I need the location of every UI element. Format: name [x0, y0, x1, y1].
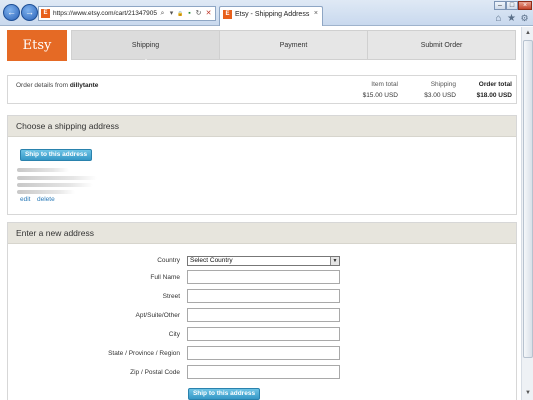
- blurred-address-line: [17, 183, 93, 187]
- apt-field[interactable]: [187, 308, 340, 322]
- street-label: Street: [162, 293, 180, 300]
- scroll-up-icon[interactable]: ▲: [523, 28, 533, 39]
- zip-field[interactable]: [187, 365, 340, 379]
- etsy-tab-favicon-icon: E: [223, 10, 232, 19]
- minimize-button[interactable]: –: [494, 1, 506, 10]
- blurred-address-line: [17, 168, 69, 172]
- choose-address-heading: Choose a shipping address: [8, 116, 516, 137]
- seller-name: dillytante: [69, 82, 99, 89]
- full-name-field[interactable]: [187, 270, 340, 284]
- step-payment: Payment: [219, 30, 368, 60]
- back-arrow-icon: ←: [7, 7, 16, 17]
- item-total-value: $15.00 USD: [362, 92, 398, 99]
- street-field[interactable]: [187, 289, 340, 303]
- order-details-label: Order details from dillytante: [16, 82, 98, 89]
- address-bar[interactable]: E https://www.etsy.com/cart/213479055/sh…: [38, 6, 216, 21]
- checkout-steps: Shipping Payment Submit Order: [71, 30, 516, 65]
- apt-label: Apt/Suite/Other: [135, 312, 180, 319]
- step-submit-order: Submit Order: [367, 30, 516, 60]
- address-url[interactable]: https://www.etsy.com/cart/213479055/ship: [53, 10, 157, 17]
- order-details: Order details from dillytante Item total…: [7, 75, 517, 104]
- vertical-scrollbar[interactable]: ▲ ▼: [521, 27, 533, 400]
- order-total: Order total $18.00 USD: [466, 81, 512, 99]
- blurred-address-line: [17, 190, 75, 194]
- blurred-address-line: [17, 176, 97, 180]
- tab-title: Etsy - Shipping Address: [235, 11, 310, 18]
- new-address-panel: Enter a new address Country Select Count…: [7, 222, 517, 400]
- tab-close-icon[interactable]: ×: [314, 10, 318, 17]
- etsy-logo[interactable]: Etsy: [7, 30, 67, 61]
- step-shipping: Shipping: [71, 30, 220, 60]
- window-close-button[interactable]: ×: [518, 1, 532, 10]
- city-label: City: [168, 331, 180, 338]
- dropdown-icon[interactable]: ▾: [167, 9, 176, 19]
- search-icon[interactable]: ⌕: [158, 9, 167, 19]
- refresh-icon[interactable]: ↻: [194, 9, 203, 19]
- back-button[interactable]: ←: [3, 4, 20, 21]
- city-field[interactable]: [187, 327, 340, 341]
- item-total: Item total $15.00 USD: [354, 81, 398, 99]
- country-select-value: Select Country: [190, 257, 233, 264]
- country-label: Country: [157, 257, 180, 264]
- shipping-label: Shipping: [430, 81, 456, 88]
- chevron-down-icon[interactable]: ▼: [330, 257, 339, 265]
- scroll-down-icon[interactable]: ▼: [523, 388, 533, 399]
- tab-etsy-shipping-address[interactable]: E Etsy - Shipping Address ×: [219, 6, 323, 26]
- security-shield-icon[interactable]: ▪: [185, 9, 194, 19]
- shipping-value: $3.00 USD: [424, 92, 456, 99]
- scroll-thumb[interactable]: [523, 40, 533, 358]
- delete-address-link[interactable]: delete: [37, 196, 55, 203]
- ship-to-new-address-button[interactable]: Ship to this address: [188, 388, 260, 400]
- lock-icon[interactable]: 🔒: [176, 9, 185, 19]
- order-details-prefix: Order details from: [16, 82, 70, 89]
- country-select[interactable]: Select Country ▼: [187, 256, 340, 266]
- tools-gear-icon[interactable]: ⚙: [519, 13, 530, 24]
- etsy-favicon-icon: E: [41, 9, 50, 18]
- edit-address-link[interactable]: edit: [20, 196, 30, 203]
- favorites-star-icon[interactable]: ★: [506, 13, 517, 24]
- forward-button[interactable]: →: [21, 4, 38, 21]
- shipping-total: Shipping $3.00 USD: [412, 81, 456, 99]
- active-step-pointer: [140, 59, 152, 65]
- choose-address-panel: Choose a shipping address Ship to this a…: [7, 115, 517, 215]
- state-label: State / Province / Region: [108, 350, 180, 357]
- forward-arrow-icon: →: [25, 7, 34, 17]
- item-total-label: Item total: [371, 81, 398, 88]
- stop-icon[interactable]: ✕: [204, 9, 213, 19]
- zip-label: Zip / Postal Code: [130, 369, 180, 376]
- new-address-heading: Enter a new address: [8, 223, 516, 244]
- ship-to-saved-address-button[interactable]: Ship to this address: [20, 149, 92, 161]
- state-field[interactable]: [187, 346, 340, 360]
- browser-toolbar: ← → E https://www.etsy.com/cart/21347905…: [0, 0, 533, 26]
- order-total-value: $18.00 USD: [476, 92, 512, 99]
- full-name-label: Full Name: [150, 274, 180, 281]
- order-total-label: Order total: [478, 81, 512, 88]
- home-icon[interactable]: ⌂: [493, 13, 504, 24]
- maximize-button[interactable]: □: [506, 1, 518, 10]
